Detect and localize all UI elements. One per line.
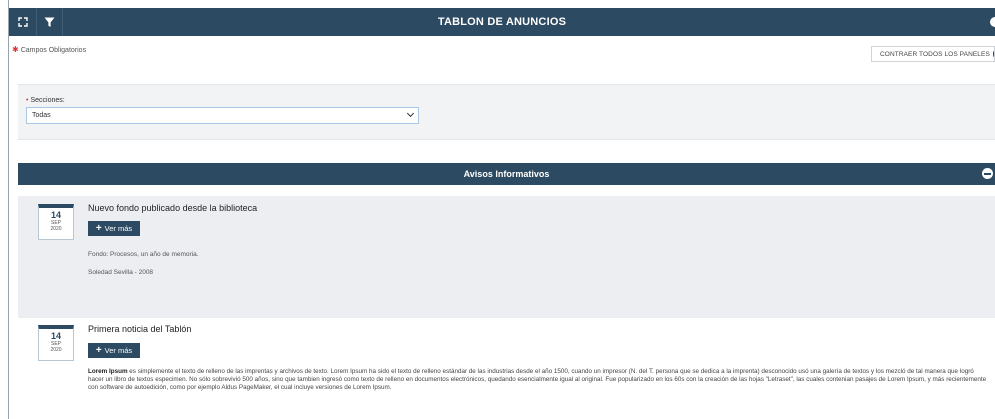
notice-body-lead: Lorem Ipsum bbox=[88, 368, 128, 375]
collapse-all-panels-button[interactable]: CONTRAER TODOS LOS PANELES bbox=[871, 46, 995, 62]
notice-body: Lorem Ipsum es simplemente el texto de r… bbox=[88, 368, 988, 393]
read-more-button[interactable]: + Ver más bbox=[88, 221, 140, 236]
read-more-label: Ver más bbox=[104, 346, 133, 355]
sections-label-wrap: • Secciones: bbox=[26, 97, 65, 104]
side-toggle-icon[interactable] bbox=[990, 17, 995, 27]
notice-item: 14 SEP 2020 Primera noticia del Tablón +… bbox=[18, 318, 995, 419]
collapse-all-label: CONTRAER TODOS LOS PANELES bbox=[880, 50, 990, 58]
sections-select-value: Todas bbox=[32, 112, 51, 119]
plus-icon: + bbox=[95, 344, 102, 356]
notice-title: Primera noticia del Tablón bbox=[88, 324, 192, 334]
required-fields-note: ✱ Campos Obligatorios bbox=[12, 45, 86, 54]
date-year: 2020 bbox=[50, 226, 62, 232]
frame-border bbox=[8, 0, 9, 419]
notices-panel-header: Avisos Informativos bbox=[18, 163, 995, 185]
required-asterisk: ✱ bbox=[12, 45, 19, 54]
top-bar: TABLON DE ANUNCIOS bbox=[9, 8, 995, 36]
read-more-button[interactable]: + Ver más bbox=[88, 343, 140, 358]
notice-body-text: es simplemente el texto de relleno de la… bbox=[88, 368, 987, 392]
chevron-down-icon bbox=[406, 109, 415, 118]
collapse-icon bbox=[992, 51, 994, 57]
date-badge: 14 SEP 2020 bbox=[38, 204, 74, 240]
sections-select[interactable]: Todas bbox=[26, 107, 419, 124]
date-day: 14 bbox=[50, 210, 61, 220]
required-asterisk: • bbox=[26, 97, 29, 104]
date-day: 14 bbox=[50, 331, 61, 341]
required-fields-label: Campos Obligatorios bbox=[20, 47, 87, 54]
sections-label: Secciones: bbox=[30, 97, 65, 104]
plus-icon: + bbox=[95, 222, 102, 234]
collapse-panel-icon[interactable] bbox=[982, 168, 993, 179]
read-more-label: Ver más bbox=[104, 224, 133, 233]
date-year: 2020 bbox=[50, 347, 62, 353]
notice-author: Soledad Sevilla - 2008 bbox=[88, 269, 154, 276]
date-badge: 14 SEP 2020 bbox=[38, 325, 74, 361]
notice-title: Nuevo fondo publicado desde la bibliotec… bbox=[88, 203, 258, 213]
notices-panel-title: Avisos Informativos bbox=[463, 169, 550, 179]
page-title: TABLON DE ANUNCIOS bbox=[437, 16, 567, 28]
notice-item: 14 SEP 2020 Nuevo fondo publicado desde … bbox=[18, 196, 995, 318]
filters-panel: • Secciones: Todas bbox=[18, 84, 995, 140]
notice-detail: Fondo: Procesos, un año de memoria. bbox=[88, 251, 199, 258]
